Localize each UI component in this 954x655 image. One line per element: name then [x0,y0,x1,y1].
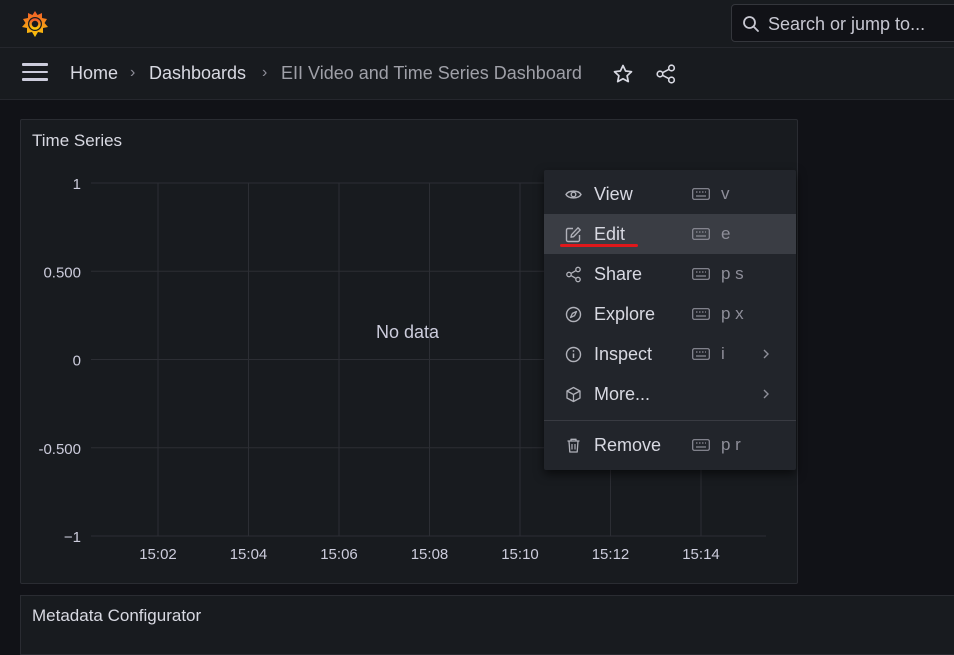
menu-item-label: More... [594,384,651,404]
keyboard-icon [692,348,710,360]
y-tick-label: −1 [64,529,81,546]
share-icon [566,266,581,283]
menu-item-shortcut: v [721,184,730,203]
y-tick-label: 0.500 [43,264,81,281]
cube-icon [566,386,581,403]
chevron-right-icon [763,349,769,359]
search-icon [743,16,759,32]
menu-item-view[interactable]: View v [544,174,796,214]
breadcrumb-dashboards[interactable]: Dashboards [149,63,246,84]
metadata-configurator-panel[interactable]: Metadata Configurator [20,595,954,655]
top-bar: Search or jump to... [0,0,954,48]
x-tick-label: 15:10 [501,546,539,563]
menu-item-more[interactable]: More... [544,374,796,414]
keyboard-icon [692,308,710,320]
x-tick-label: 15:04 [230,546,268,563]
x-tick-label: 15:14 [682,546,720,563]
panel-title[interactable]: Metadata Configurator [32,606,201,626]
menu-item-remove[interactable]: Remove p r [544,425,796,465]
menu-item-shortcut: p r [721,435,741,454]
menu-item-shortcut: p x [721,304,744,323]
x-tick-label: 15:02 [139,546,177,563]
menu-divider [544,420,796,421]
info-icon [565,346,582,363]
eye-icon [565,190,582,199]
x-tick-label: 15:08 [411,546,449,563]
menu-item-shortcut: p s [721,264,744,283]
menu-item-share[interactable]: Share p s [544,254,796,294]
compass-icon [565,306,582,323]
menu-toggle-button[interactable] [22,63,48,83]
search-placeholder: Search or jump to... [768,14,926,34]
keyboard-icon [692,268,710,280]
y-tick-label: 1 [73,176,81,193]
y-tick-label: -0.500 [38,441,81,458]
star-icon[interactable] [612,63,634,85]
breadcrumb-separator: › [130,64,136,81]
y-tick-label: 0 [73,353,81,370]
share-icon[interactable] [655,63,677,85]
menu-item-shortcut: e [721,224,731,243]
panel-context-menu: View v Edit e Share p s Explore p x Insp… [544,170,796,470]
menu-item-edit[interactable]: Edit e [544,214,796,254]
menu-item-label: Edit [594,224,626,244]
keyboard-icon [692,188,710,200]
keyboard-icon [692,228,710,240]
keyboard-icon [692,439,710,451]
menu-item-label: Remove [594,435,662,455]
menu-item-label: Explore [594,304,656,324]
annotation-underline [560,244,638,247]
breadcrumb-separator: › [262,64,268,81]
no-data-message: No data [376,322,440,342]
menu-item-explore[interactable]: Explore p x [544,294,796,334]
breadcrumb-home[interactable]: Home [70,63,118,84]
x-tick-label: 15:12 [592,546,630,563]
breadcrumb-bar: Home › Dashboards › EII Video and Time S… [0,48,954,100]
menu-item-inspect[interactable]: Inspect i [544,334,796,374]
x-tick-label: 15:06 [320,546,358,563]
menu-item-label: Inspect [594,344,653,364]
menu-item-label: Share [594,264,643,284]
grafana-logo-icon[interactable] [20,9,50,39]
chevron-right-icon [763,389,769,399]
menu-item-shortcut: i [721,344,725,363]
edit-icon [565,227,581,243]
breadcrumb-current: EII Video and Time Series Dashboard [281,63,582,83]
search-input[interactable]: Search or jump to... [731,4,954,42]
menu-item-label: View [594,184,633,204]
trash-icon [567,438,580,453]
